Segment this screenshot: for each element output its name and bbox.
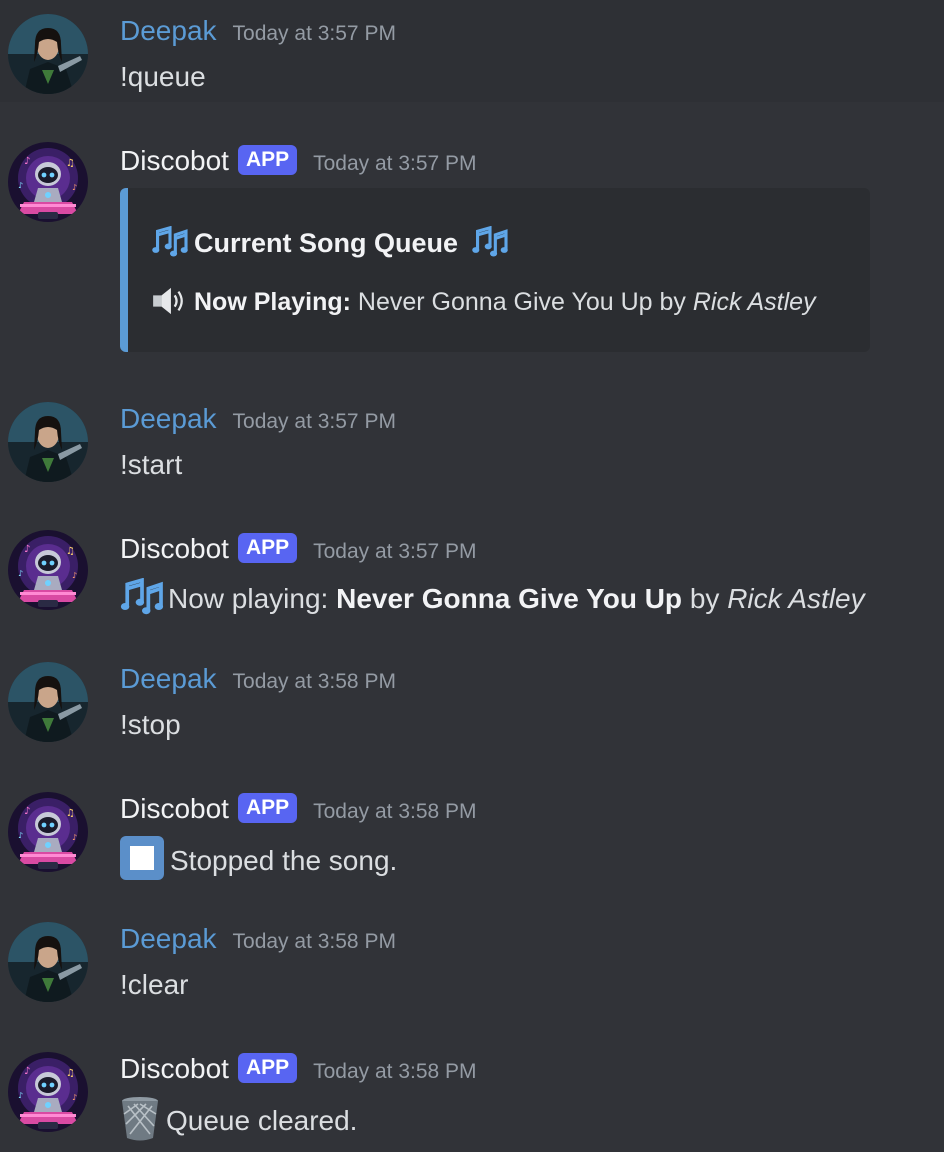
stop-text: Stopped the song. [170, 845, 398, 876]
app-badge: APP [237, 533, 298, 563]
timestamp[interactable]: Today at 3:57 PM [233, 410, 396, 434]
by-text: by [659, 288, 686, 316]
musical-notes-icon [152, 226, 188, 258]
song-title: Never Gonna Give You Up [357, 288, 653, 316]
timestamp[interactable]: Today at 3:58 PM [313, 800, 476, 824]
message-2: Discobot APP Today at 3:57 PM Current So… [0, 0, 944, 380]
avatar[interactable] [8, 662, 88, 742]
wastebasket-icon [120, 1096, 160, 1142]
avatar[interactable] [8, 530, 88, 610]
musical-notes-icon [120, 578, 164, 616]
avatar[interactable] [8, 1052, 88, 1132]
musical-notes-icon [472, 226, 508, 258]
clear-text: Queue cleared. [166, 1105, 358, 1136]
now-playing-label: Now Playing: [194, 288, 351, 316]
timestamp[interactable]: Today at 3:57 PM [313, 152, 476, 176]
username[interactable]: Deepak [120, 662, 217, 696]
stop-button-icon [120, 836, 164, 880]
queue-embed: Current Song Queue Now Playing: Never Go… [120, 188, 870, 352]
avatar[interactable] [8, 792, 88, 872]
avatar[interactable] [8, 922, 88, 1002]
timestamp[interactable]: Today at 3:58 PM [313, 1060, 476, 1084]
artist-name: Rick Astley [727, 583, 865, 614]
by-text: by [689, 583, 720, 614]
username[interactable]: Discobot [120, 792, 229, 826]
embed-title-text: Current Song Queue [194, 228, 459, 258]
app-badge: APP [237, 1053, 298, 1083]
message-text: Stopped the song. [120, 836, 397, 880]
embed-title: Current Song Queue [152, 226, 514, 260]
message-text: Queue cleared. [120, 1096, 357, 1142]
timestamp[interactable]: Today at 3:58 PM [233, 930, 396, 954]
speaker-icon [152, 286, 188, 316]
avatar[interactable] [8, 142, 88, 222]
username[interactable]: Deepak [120, 402, 217, 436]
song-title: Never Gonna Give You Up [336, 583, 683, 614]
avatar[interactable] [8, 402, 88, 482]
timestamp[interactable]: Today at 3:58 PM [233, 670, 396, 694]
embed-description: Now Playing: Never Gonna Give You Up by … [152, 286, 816, 318]
message-text: !clear [120, 969, 189, 1000]
username[interactable]: Discobot [120, 144, 229, 178]
app-badge: APP [237, 145, 298, 175]
artist-name: Rick Astley [692, 288, 816, 316]
app-badge: APP [237, 793, 298, 823]
timestamp[interactable]: Today at 3:57 PM [313, 540, 476, 564]
username[interactable]: Discobot [120, 1052, 229, 1086]
now-playing-prefix: Now playing: [168, 583, 329, 614]
username[interactable]: Deepak [120, 922, 217, 956]
username[interactable]: Discobot [120, 532, 229, 566]
message-text: !start [120, 449, 183, 480]
message-text: !stop [120, 709, 181, 740]
message-text: Now playing: Never Gonna Give You Up by … [120, 578, 865, 616]
